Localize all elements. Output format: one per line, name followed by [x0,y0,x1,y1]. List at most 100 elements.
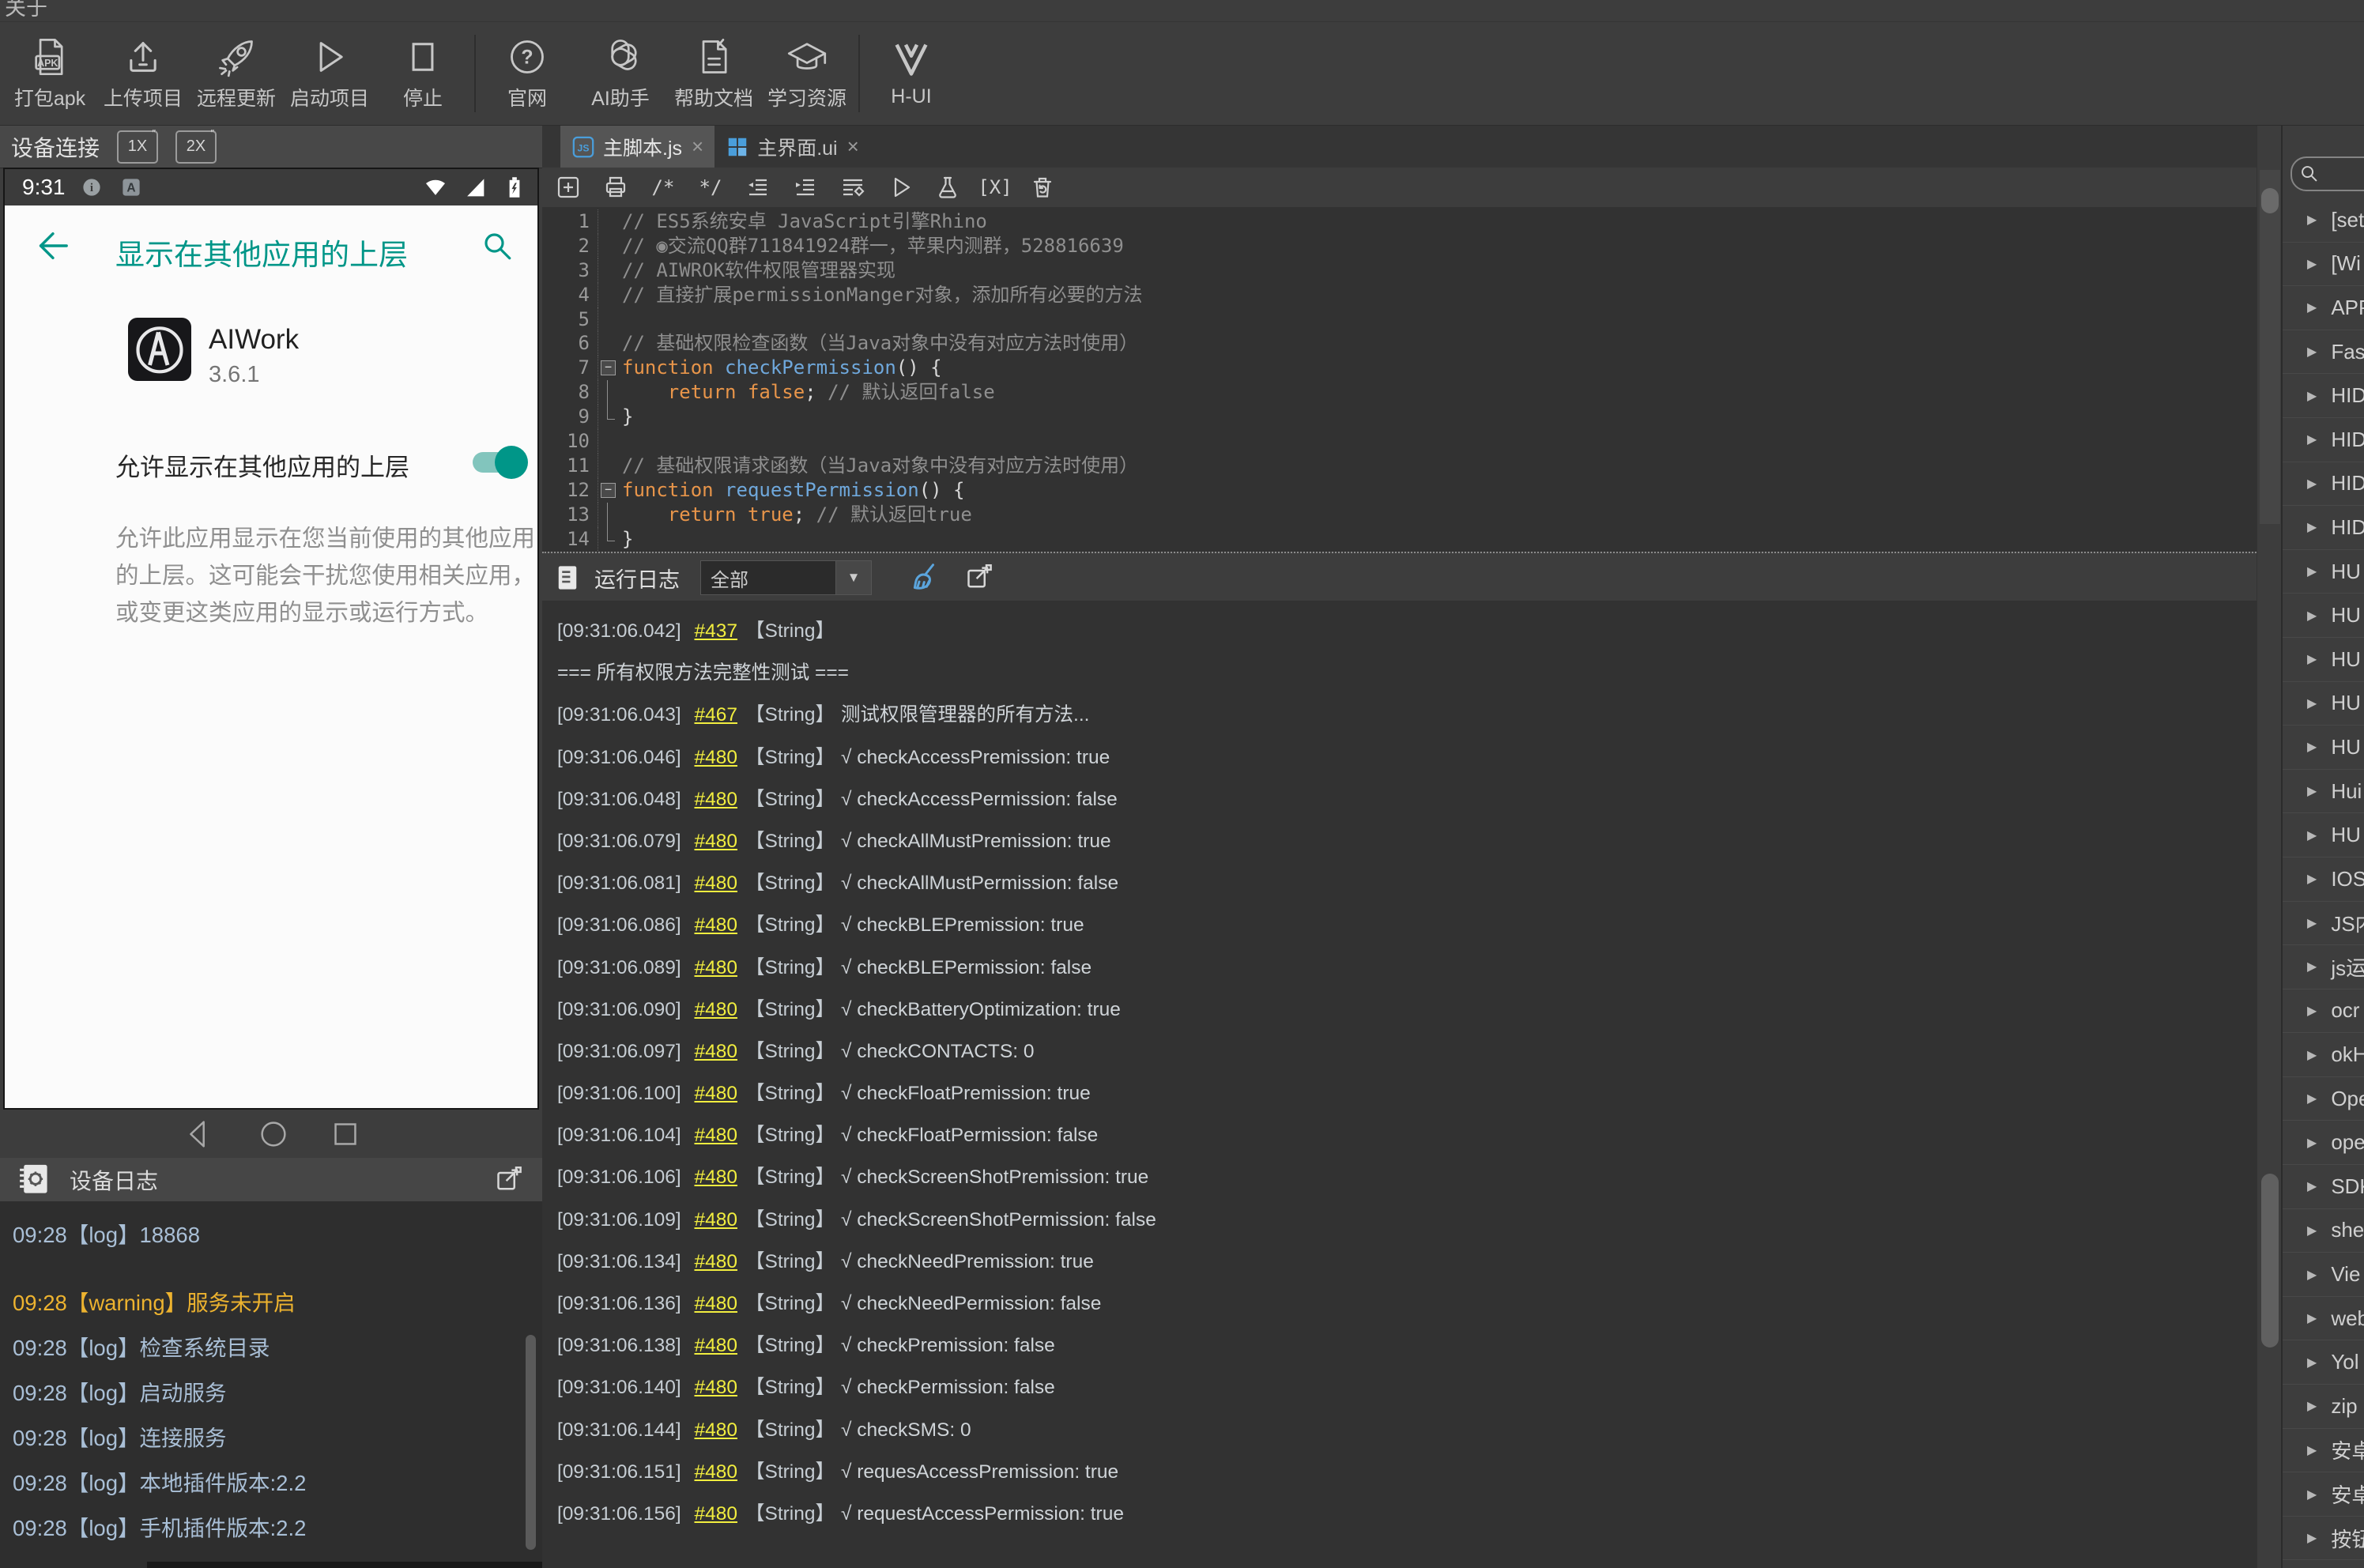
module-tree-item[interactable]: ▶ HID [2283,462,2364,507]
log-line-link[interactable]: #480 [694,1251,737,1272]
nav-recents-icon[interactable] [327,1116,364,1152]
module-tree-item[interactable]: ▶ Hui [2283,770,2364,814]
code-line[interactable]: 14} [542,526,2257,552]
module-tree-item[interactable]: ▶ HU [2283,638,2364,682]
log-line-link[interactable]: #480 [694,1461,737,1483]
code-line[interactable]: 4 // 直接扩展permissionManger对象，添加所有必要的方法 [542,282,2257,307]
tab-main-ui[interactable]: 主界面.ui × [714,126,870,168]
code-line[interactable]: 6 // 基础权限检查函数（当Java对象中没有对应方法时使用） [542,331,2257,356]
zoom-1x-button[interactable]: 1X [117,127,159,164]
code-editor[interactable]: 1 // ES5系统安卓 JavaScript引擎Rhino 2 // ◉交流QQ群7… [542,207,2257,554]
zoom-2x-button[interactable]: 2X [175,127,217,164]
code-scrollbar-thumb[interactable] [2261,188,2279,213]
code-line[interactable]: 9} [542,405,2257,430]
module-tree-item[interactable]: ▶ 安卓 [2283,1472,2364,1517]
log-line-link[interactable]: #480 [694,1083,737,1104]
module-tree-item[interactable]: ▶ HID [2283,506,2364,550]
module-tree-item[interactable]: ▶ HU [2283,726,2364,770]
search-icon[interactable] [481,229,514,262]
module-tree-item[interactable]: ▶ web [2283,1297,2364,1341]
editor-remove-x-button[interactable]: [X] [977,171,1013,204]
toolbar-button-graduation-cap[interactable]: 学习资源 [760,29,854,118]
log-line-link[interactable]: #480 [694,999,737,1020]
fold-collapse-icon[interactable]: − [601,360,616,376]
module-tree-item[interactable]: ▶ HU [2283,550,2364,594]
log-line-link[interactable]: #480 [694,1293,737,1314]
toolbar-button-rocket[interactable]: 远程更新 [190,29,283,118]
toolbar-button-upload[interactable]: 上传项目 [96,29,190,118]
editor-outdent-button[interactable] [740,171,776,204]
log-line-link[interactable]: #480 [694,831,737,852]
code-line[interactable]: 11 // 基础权限请求函数（当Java对象中没有对应方法时使用） [542,453,2257,478]
clear-log-broom-icon[interactable] [911,562,943,594]
toolbar-button-question-circle[interactable]: ? 官网 [481,29,574,118]
code-line[interactable]: 2 // ◉交流QQ群711841924群一，苹果内测群，528816639 [542,233,2257,258]
module-tree-item[interactable]: ▶ ocr [2283,989,2364,1034]
back-arrow-icon[interactable] [33,228,70,264]
log-line-link[interactable]: #480 [694,1419,737,1441]
code-line[interactable]: 12− function requestPermission() { [542,477,2257,503]
module-tree-item[interactable]: ▶ HU [2283,682,2364,726]
log-line-link[interactable]: #480 [694,957,737,978]
editor-printer-button[interactable] [598,171,634,204]
toolbar-button-document[interactable]: 帮助文档 [667,29,760,118]
editor-comment-close-button[interactable]: */ [692,171,729,204]
module-search-input[interactable] [2290,156,2364,191]
log-line-link[interactable]: #480 [694,1503,737,1525]
run-log-list[interactable]: [09:31:06.042] #437 【String】 === 所有权限方法完整性… [542,601,2257,1568]
permission-toggle[interactable] [468,446,528,479]
module-tree-item[interactable]: ▶ APP [2283,286,2364,330]
device-log-export-icon[interactable] [495,1166,523,1194]
menu-fragment[interactable]: 关于 [5,0,47,21]
run-log-scrollbar-thumb[interactable] [2261,1174,2279,1348]
module-tree-item[interactable]: ▶ [set [2283,198,2364,243]
code-line[interactable]: 8 return false; // 默认返回false [542,380,2257,405]
module-tree-item[interactable]: ▶ Ope [2283,1077,2364,1121]
log-line-link[interactable]: #480 [694,914,737,936]
log-line-link[interactable]: #480 [694,1167,737,1188]
module-tree-item[interactable]: ▶ she [2283,1209,2364,1253]
module-tree-item[interactable]: ▶插件 [2283,1560,2364,1568]
editor-test-flask-button[interactable] [929,171,966,204]
log-line-link[interactable]: #467 [694,704,737,726]
editor-format-button[interactable] [835,171,871,204]
module-tree-item[interactable]: ▶ 按钮 [2283,1517,2364,1561]
toolbar-button-play[interactable]: 启动项目 [283,29,376,118]
module-tree-item[interactable]: ▶ [Wi [2283,243,2364,287]
code-line[interactable]: 5 [542,307,2257,332]
editor-comment-open-button[interactable]: /* [645,171,681,204]
log-line-link[interactable]: #480 [694,747,737,768]
module-tree-item[interactable]: ▶ JS内 [2283,902,2364,946]
close-icon[interactable]: × [847,134,859,159]
module-tree-item[interactable]: ▶ HID [2283,374,2364,418]
device-log-scrollbar[interactable] [526,1335,536,1550]
log-line-link[interactable]: #480 [694,1335,737,1356]
log-filter-select[interactable]: 全部 [700,560,836,595]
module-tree-item[interactable]: ▶ Vie [2283,1253,2364,1297]
device-log-list[interactable]: 09:28【log】18868 09:28【warning】服务未开启 09:28【… [0,1201,542,1568]
log-line-link[interactable]: #480 [694,1377,737,1398]
code-line[interactable]: 1 // ES5系统安卓 JavaScript引擎Rhino [542,209,2257,234]
log-line-link[interactable]: #480 [694,1209,737,1231]
code-line[interactable]: 7− function checkPermission() { [542,356,2257,381]
code-line[interactable]: 13 return true; // 默认返回true [542,502,2257,527]
phone-mirror[interactable]: 9:31 i A 显示在其他应用的上层 AIWork 3.6.1 允许显示在其他… [3,168,539,1110]
module-tree-item[interactable]: ▶ SDK [2283,1165,2364,1209]
toolbar-button-openai[interactable]: AI助手 [574,29,667,118]
code-scrollbar-track[interactable] [2260,170,2280,524]
toolbar-button-hui-logo[interactable]: H-UI [865,29,958,118]
log-line-link[interactable]: #480 [694,1125,737,1146]
code-line[interactable]: 10 [542,429,2257,454]
module-tree-item[interactable]: ▶ okH [2283,1033,2364,1077]
run-log-export-icon[interactable] [965,564,993,592]
module-tree-item[interactable]: ▶ Yol [2283,1340,2364,1385]
toolbar-button-apk-package[interactable]: APK 打包apk [3,29,96,118]
module-tree-item[interactable]: ▶ js运 [2283,945,2364,989]
module-tree-item[interactable]: ▶ 安卓 [2283,1429,2364,1473]
module-tree-item[interactable]: ▶ Fas [2283,330,2364,375]
code-line[interactable]: 3 // AIWROK软件权限管理器实现 [542,258,2257,283]
close-icon[interactable]: × [692,134,703,159]
editor-clear-trash-button[interactable] [1024,171,1061,204]
module-tree-item[interactable]: ▶ ope [2283,1121,2364,1166]
nav-back-icon[interactable] [180,1116,217,1152]
